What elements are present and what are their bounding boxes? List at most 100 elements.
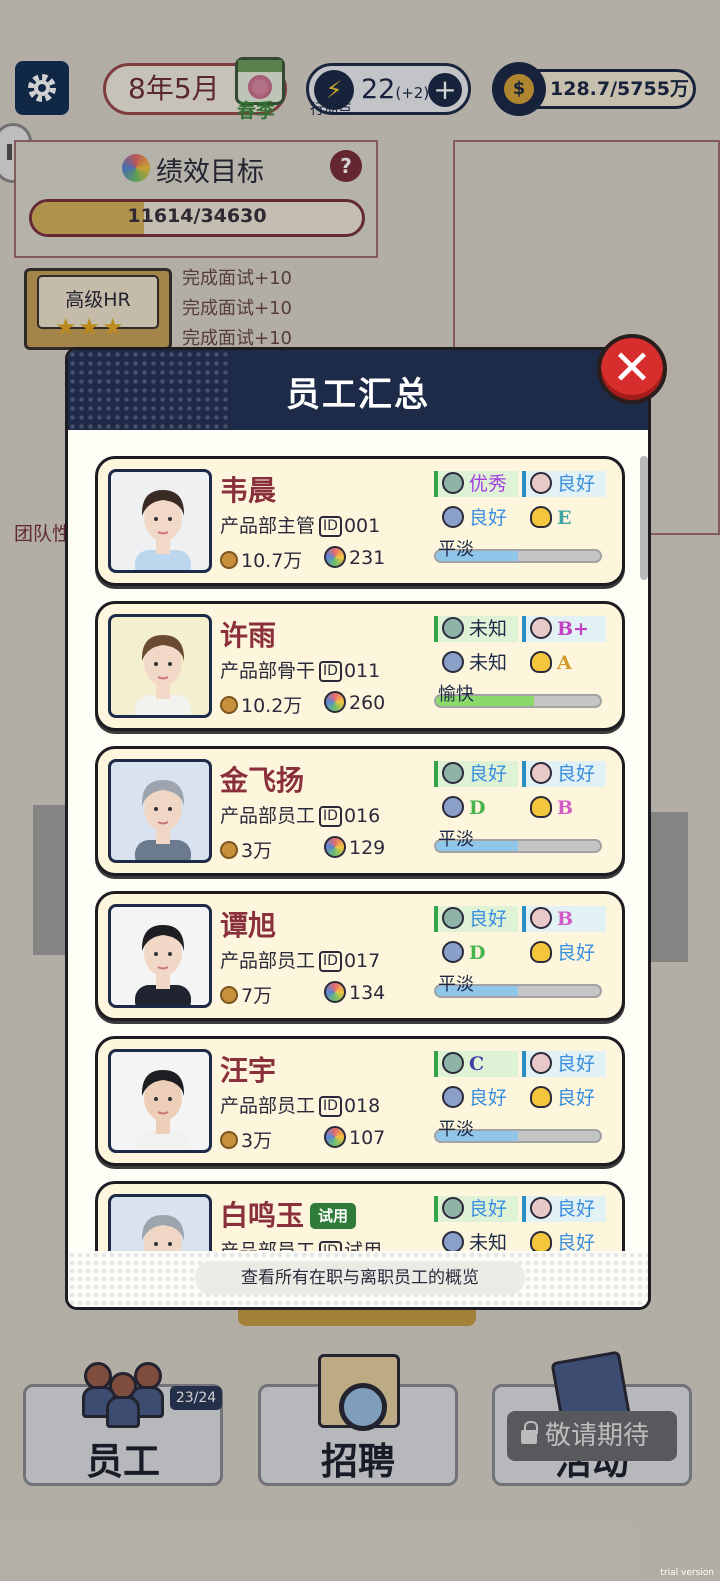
- coin-icon: [220, 551, 238, 569]
- employee-card[interactable]: 白鸣玉 试用 产品部员工 ID 试用 良好 良好 未知 良好: [95, 1181, 625, 1251]
- watermark: trial version: [660, 1568, 714, 1578]
- palette-icon: [530, 907, 552, 929]
- brain-icon: [442, 617, 464, 639]
- coin-icon: [220, 986, 238, 1004]
- target-icon: [324, 1126, 346, 1148]
- coin-icon: [220, 696, 238, 714]
- employee-id: 017: [343, 950, 381, 972]
- id-tag: ID: [319, 1096, 342, 1117]
- employee-portrait: [108, 1194, 212, 1251]
- brain-icon: [442, 1197, 464, 1219]
- employee-performance: 107: [324, 1126, 385, 1149]
- team-icon: [442, 1086, 464, 1108]
- employee-portrait: [108, 614, 212, 718]
- lightbulb-icon: [530, 651, 552, 673]
- employee-salary: 3万: [220, 1126, 272, 1153]
- close-icon: ✕: [611, 340, 653, 396]
- employee-id: 011: [343, 660, 381, 682]
- target-icon: [324, 691, 346, 713]
- employee-salary: 10.7万: [220, 546, 302, 573]
- mood-label: 愉快: [438, 684, 474, 705]
- team-icon: [442, 1231, 464, 1251]
- skill-potential: E: [530, 505, 610, 531]
- employee-id: 试用: [343, 1240, 382, 1251]
- skill-creativity: 良好: [522, 1196, 606, 1222]
- palette-icon: [530, 762, 552, 784]
- employee-salary: 10.2万: [220, 691, 302, 718]
- brain-icon: [442, 472, 464, 494]
- brain-icon: [442, 1052, 464, 1074]
- id-tag: ID: [319, 1241, 342, 1251]
- team-icon: [442, 506, 464, 528]
- brain-icon: [442, 762, 464, 784]
- employee-list[interactable]: 韦晨 产品部主管 ID 001 10.7万 231 优秀 良好 良好 E 平淡 许雨…: [95, 456, 625, 1251]
- employee-card[interactable]: 金飞扬 产品部员工 ID 016 3万 129 良好 良好 D B 平淡: [95, 746, 625, 876]
- employee-department: 产品部员工 ID 018: [220, 1095, 381, 1117]
- employee-name: 金飞扬: [220, 764, 305, 797]
- skill-creativity: 良好: [522, 1051, 606, 1077]
- palette-icon: [530, 617, 552, 639]
- palette-icon: [530, 1197, 552, 1219]
- skill-teamwork: 良好: [442, 1085, 522, 1111]
- coin-icon: [220, 841, 238, 859]
- id-tag: ID: [319, 661, 342, 682]
- footer-hint: 查看所有在职与离职员工的概览: [195, 1261, 525, 1295]
- skill-teamwork: D: [442, 795, 522, 821]
- modal-footer: 查看所有在职与离职员工的概览: [68, 1251, 648, 1307]
- mood-label: 平淡: [438, 1119, 474, 1140]
- skill-teamwork: 良好: [442, 505, 522, 531]
- employee-id: 018: [343, 1095, 381, 1117]
- skill-professional: 良好: [434, 1196, 518, 1222]
- skill-creativity: B+: [522, 616, 606, 642]
- employee-performance: 260: [324, 691, 385, 714]
- trial-badge: 试用: [310, 1203, 357, 1229]
- lightbulb-icon: [530, 1086, 552, 1108]
- employee-salary: 3万: [220, 836, 272, 863]
- skill-creativity: B: [522, 906, 606, 932]
- skill-potential: B: [530, 795, 610, 821]
- employee-summary-modal: 员工汇总 韦晨 产品部主管 ID 001 10.7万 231 优秀 良好 良好 E …: [65, 347, 651, 1310]
- skill-professional: 未知: [434, 616, 518, 642]
- close-button[interactable]: ✕: [597, 334, 667, 404]
- mood-label: 平淡: [438, 539, 474, 560]
- mood-label: 平淡: [438, 829, 474, 850]
- employee-department: 产品部员工 ID 017: [220, 950, 381, 972]
- employee-department: 产品部主管 ID 001: [220, 515, 381, 537]
- skill-professional: C: [434, 1051, 518, 1077]
- modal-title: 员工汇总: [286, 375, 430, 415]
- lightbulb-icon: [530, 796, 552, 818]
- list-scrollbar[interactable]: [640, 456, 648, 580]
- employee-card[interactable]: 汪宇 产品部员工 ID 018 3万 107 C 良好 良好 良好 平淡: [95, 1036, 625, 1166]
- mood-label: 平淡: [438, 974, 474, 995]
- employee-portrait: [108, 1049, 212, 1153]
- lightbulb-icon: [530, 1231, 552, 1251]
- employee-name: 许雨: [220, 619, 277, 652]
- skill-professional: 良好: [434, 761, 518, 787]
- skill-creativity: 良好: [522, 471, 606, 497]
- employee-performance: 129: [324, 836, 385, 859]
- skill-teamwork: 未知: [442, 1230, 522, 1251]
- employee-portrait: [108, 904, 212, 1008]
- target-icon: [324, 836, 346, 858]
- mood-indicator: 平淡: [434, 539, 606, 565]
- skill-professional: 优秀: [434, 471, 518, 497]
- skill-creativity: 良好: [522, 761, 606, 787]
- id-tag: ID: [319, 516, 342, 537]
- skill-potential: 良好: [530, 1230, 610, 1251]
- employee-name: 汪宇: [220, 1054, 277, 1087]
- employee-name: 谭旭: [220, 909, 277, 942]
- id-tag: ID: [319, 806, 342, 827]
- employee-portrait: [108, 469, 212, 573]
- employee-card[interactable]: 谭旭 产品部员工 ID 017 7万 134 良好 B D 良好 平淡: [95, 891, 625, 1021]
- target-icon: [324, 981, 346, 1003]
- lightbulb-icon: [530, 941, 552, 963]
- team-icon: [442, 941, 464, 963]
- employee-id: 016: [343, 805, 381, 827]
- employee-department: 产品部员工 ID 016: [220, 805, 381, 827]
- employee-card[interactable]: 韦晨 产品部主管 ID 001 10.7万 231 优秀 良好 良好 E 平淡: [95, 456, 625, 586]
- employee-card[interactable]: 许雨 产品部骨干 ID 011 10.2万 260 未知 B+ 未知 A 愉快: [95, 601, 625, 731]
- team-icon: [442, 796, 464, 818]
- employee-department: 产品部员工 ID 试用: [220, 1236, 382, 1251]
- mood-indicator: 平淡: [434, 1119, 606, 1145]
- lightbulb-icon: [530, 506, 552, 528]
